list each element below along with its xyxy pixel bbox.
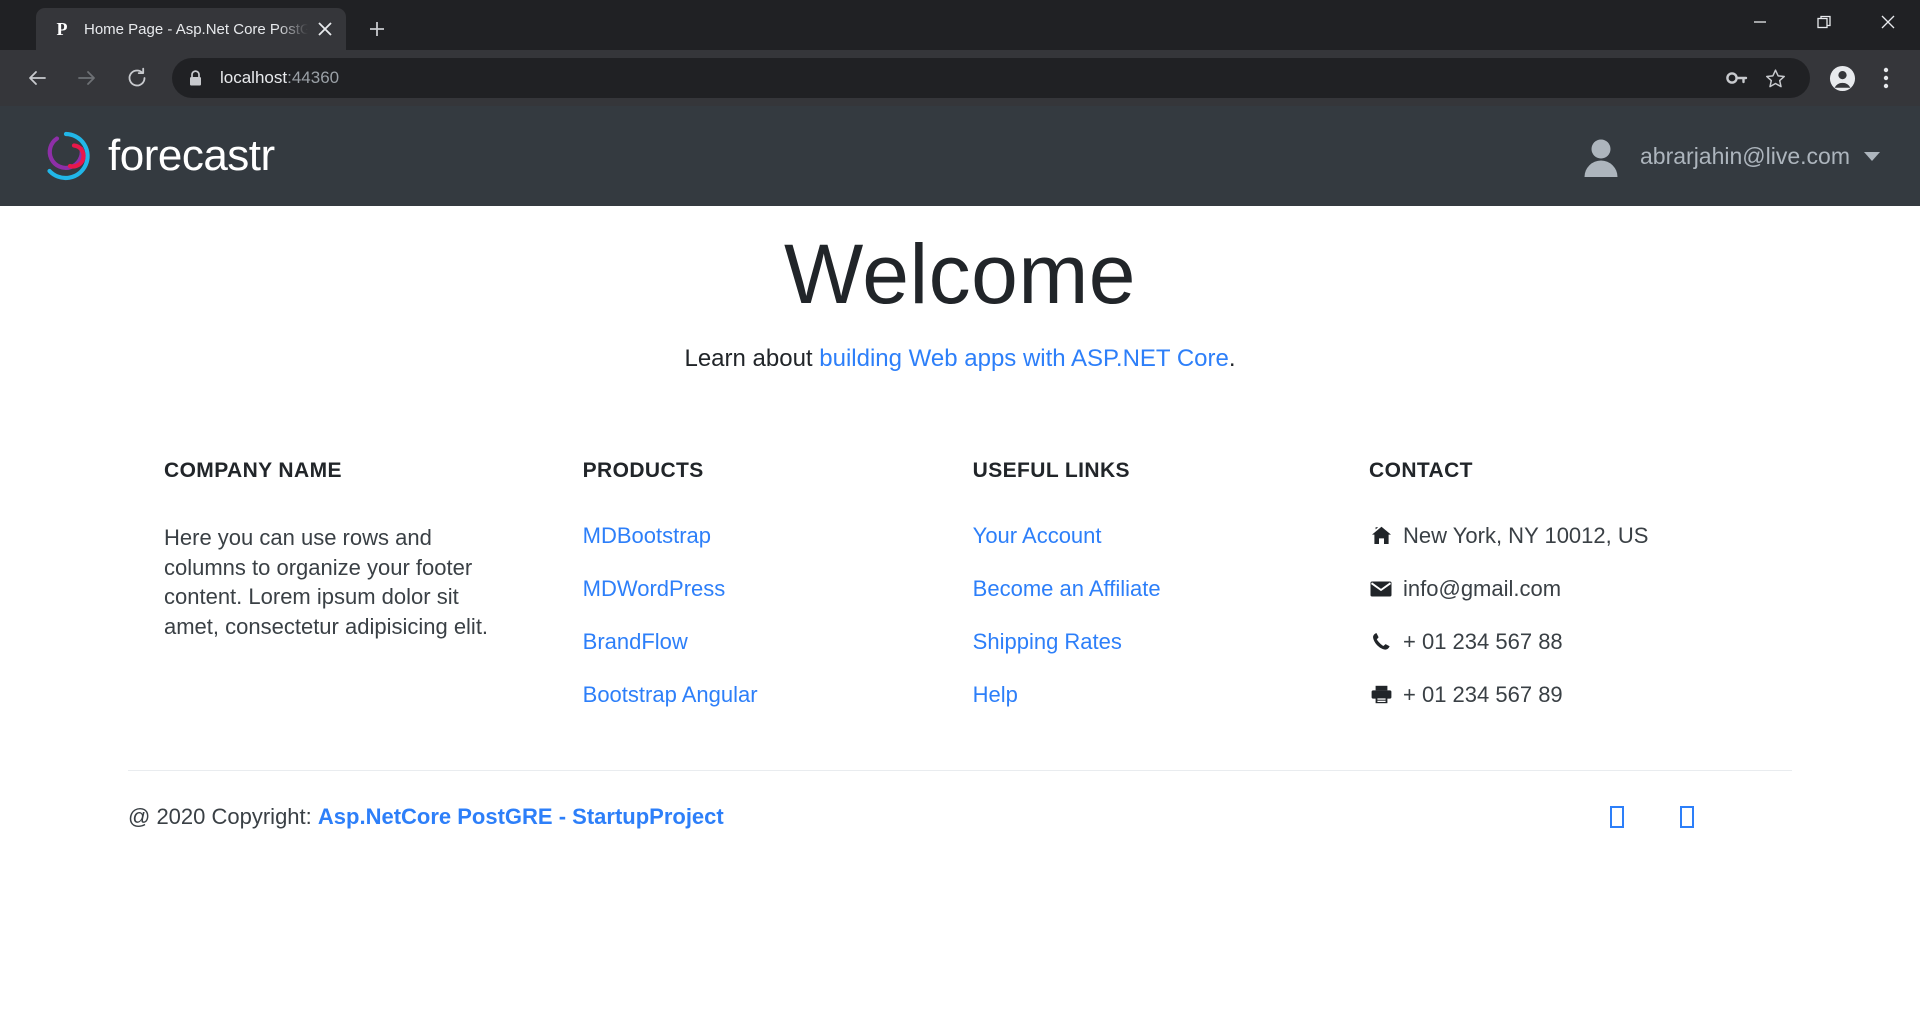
hero-section: Welcome Learn about building Web apps wi…: [0, 206, 1920, 373]
copyright-prefix: @ 2020 Copyright:: [128, 803, 318, 829]
list-item: + 01 234 567 88: [1369, 629, 1752, 655]
list-item: BrandFlow: [583, 629, 907, 655]
window-restore-button[interactable]: [1792, 0, 1856, 44]
footer-link-bootstrap-angular[interactable]: Bootstrap Angular: [583, 682, 758, 707]
printer-icon: [1369, 685, 1393, 704]
back-arrow-icon[interactable]: [15, 56, 59, 100]
footer-useful-links-list: Your Account Become an Affiliate Shippin…: [973, 523, 1311, 708]
hero-subtitle: Learn about building Web apps with ASP.N…: [0, 345, 1920, 373]
social-icons: [1554, 805, 1792, 828]
reload-icon[interactable]: [115, 56, 159, 100]
contact-phone: + 01 234 567 88: [1403, 628, 1563, 654]
list-item: Become an Affiliate: [973, 576, 1311, 602]
forecastr-spiral-logo-icon: [40, 130, 92, 182]
brand-name: forecastr: [108, 131, 275, 180]
url-host: localhost: [220, 68, 288, 87]
footer-heading-company: Company name: [164, 458, 342, 482]
tab-title: Home Page - Asp.Net Core PostG: [84, 20, 308, 38]
footer-content: Company name Here you can use rows and c…: [0, 459, 1920, 708]
home-icon: [1369, 526, 1393, 545]
copyright-text: @ 2020 Copyright: Asp.NetCore PostGRE - …: [128, 804, 724, 830]
list-item: Shipping Rates: [973, 629, 1311, 655]
footer-link-your-account[interactable]: Your Account: [973, 523, 1102, 548]
footer-link-brandflow[interactable]: BrandFlow: [583, 629, 688, 654]
star-icon[interactable]: [1756, 59, 1794, 97]
footer-link-mdbootstrap[interactable]: MDBootstrap: [583, 523, 711, 548]
user-email-label: abrarjahin@live.com: [1640, 142, 1850, 169]
three-dot-menu-icon[interactable]: [1866, 58, 1906, 98]
footer-contact-list: New York, NY 10012, US info@gmail.com + …: [1369, 523, 1752, 708]
copyright-bar: @ 2020 Copyright: Asp.NetCore PostGRE - …: [128, 771, 1792, 841]
footer-columns: Company name Here you can use rows and c…: [128, 459, 1792, 708]
aspnet-core-docs-link[interactable]: building Web apps with ASP.NET Core: [819, 345, 1229, 372]
phone-icon: [1369, 632, 1393, 651]
page-title: Welcome: [783, 227, 1137, 321]
user-account-menu[interactable]: abrarjahin@live.com: [1578, 133, 1880, 179]
key-icon[interactable]: [1718, 59, 1756, 97]
social-icon-2[interactable]: [1680, 805, 1694, 828]
footer-link-help[interactable]: Help: [973, 682, 1018, 707]
tab-favicon-icon: P: [56, 19, 68, 39]
window-minimize-button[interactable]: [1728, 0, 1792, 44]
profile-avatar-icon[interactable]: [1822, 58, 1862, 98]
user-avatar-icon: [1578, 133, 1624, 179]
site-navbar: forecastr abrarjahin@live.com: [0, 106, 1920, 206]
list-item: Your Account: [973, 523, 1311, 549]
forward-arrow-icon[interactable]: [65, 56, 109, 100]
list-item: MDBootstrap: [583, 523, 907, 549]
page-viewport: forecastr abrarjahin@live.com Welcome Le…: [0, 106, 1920, 1020]
window-close-button[interactable]: [1856, 0, 1920, 44]
new-tab-button[interactable]: [360, 12, 394, 46]
footer-column-products: Products MDBootstrap MDWordPress BrandFl…: [551, 459, 947, 708]
footer-link-mdwordpress[interactable]: MDWordPress: [583, 576, 726, 601]
hero-subtitle-prefix: Learn about: [684, 344, 820, 372]
footer-products-list: MDBootstrap MDWordPress BrandFlow Bootst…: [583, 523, 907, 708]
footer-link-become-an-affiliate[interactable]: Become an Affiliate: [973, 576, 1161, 601]
browser-window: P Home Page - Asp.Net Core PostG localho…: [0, 0, 1920, 1020]
address-bar[interactable]: localhost:44360: [172, 58, 1810, 98]
tab-close-icon[interactable]: [312, 16, 338, 42]
footer-heading-contact: Contact: [1369, 458, 1473, 482]
contact-email: info@gmail.com: [1403, 575, 1562, 601]
brand-link[interactable]: forecastr: [40, 130, 275, 182]
contact-fax: + 01 234 567 89: [1403, 681, 1563, 707]
browser-tab-active[interactable]: P Home Page - Asp.Net Core PostG: [36, 8, 346, 50]
list-item: + 01 234 567 89: [1369, 682, 1752, 708]
address-bar-url: localhost:44360: [220, 68, 339, 88]
footer-column-contact: Contact New York, NY 10012, US: [1351, 459, 1792, 708]
footer-heading-useful-links: Useful links: [972, 458, 1130, 482]
footer-link-shipping-rates[interactable]: Shipping Rates: [973, 629, 1122, 654]
list-item: New York, NY 10012, US: [1369, 523, 1752, 549]
list-item: Help: [973, 682, 1311, 708]
address-bar-actions: [1718, 59, 1794, 97]
footer-column-useful-links: Useful links Your Account Become an Affi…: [947, 459, 1351, 708]
chevron-down-icon[interactable]: [1864, 151, 1880, 161]
footer-company-description: Here you can use rows and columns to org…: [164, 524, 489, 640]
social-icon-1[interactable]: [1610, 805, 1624, 828]
list-item: info@gmail.com: [1369, 576, 1752, 602]
contact-address: New York, NY 10012, US: [1403, 522, 1649, 548]
tab-strip: P Home Page - Asp.Net Core PostG: [0, 0, 1920, 50]
footer-column-company: Company name Here you can use rows and c…: [128, 459, 551, 708]
envelope-icon: [1369, 581, 1393, 597]
hero-subtitle-suffix: .: [1228, 344, 1236, 372]
list-item: Bootstrap Angular: [583, 682, 907, 708]
lock-icon: [188, 69, 210, 87]
url-port: :44360: [287, 68, 340, 87]
copyright-project-link[interactable]: Asp.NetCore PostGRE - StartupProject: [318, 804, 724, 829]
browser-toolbar: localhost:44360: [0, 50, 1920, 106]
footer-heading-products: Products: [582, 458, 704, 482]
list-item: MDWordPress: [583, 576, 907, 602]
window-controls: [1728, 0, 1920, 44]
